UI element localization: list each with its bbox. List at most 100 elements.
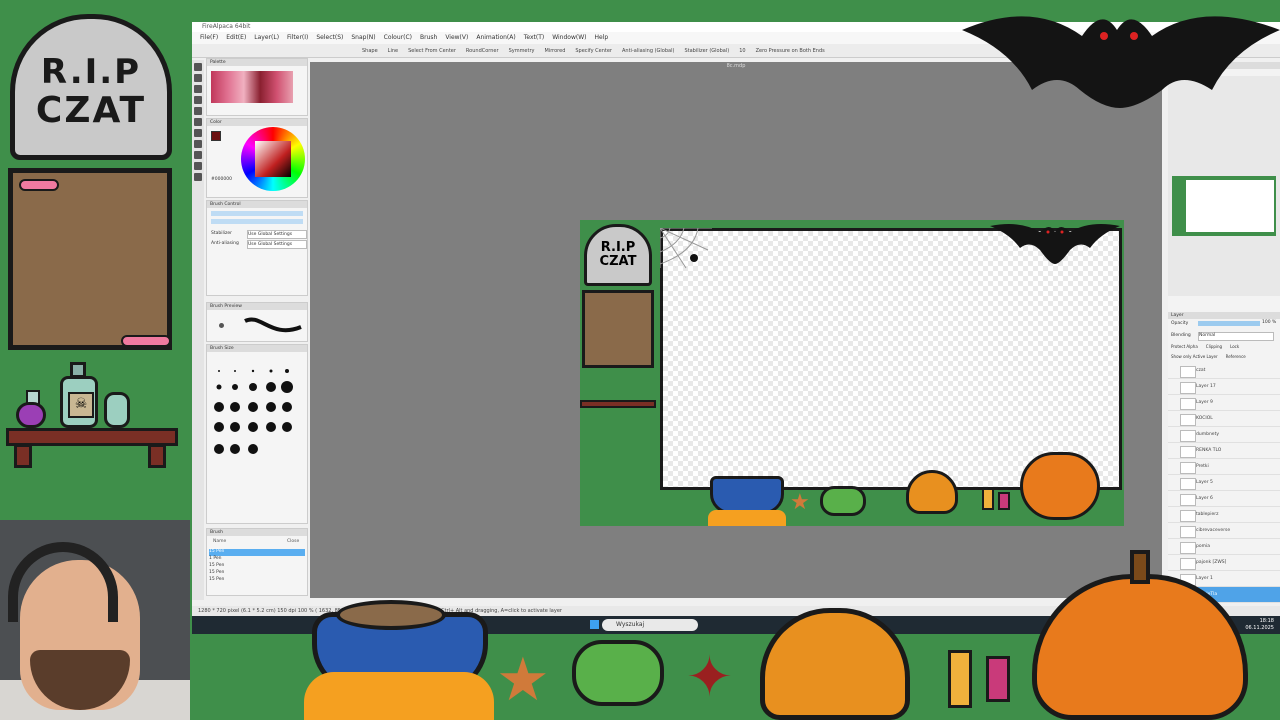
rip-tombstone: R.I.P CZAT xyxy=(10,14,172,160)
round-corner-checkbox[interactable]: RoundCorner xyxy=(466,44,499,57)
layer-row[interactable]: cibrevaceverse xyxy=(1168,523,1280,539)
brush-size-grid[interactable] xyxy=(211,359,303,479)
menu-edit[interactable]: Edit(E) xyxy=(226,32,246,44)
magic-wand-icon[interactable] xyxy=(194,140,202,148)
layer-row[interactable]: Layer 6 xyxy=(1168,491,1280,507)
lasso-tool-icon[interactable] xyxy=(194,129,202,137)
navigator-thumbnail[interactable] xyxy=(1172,176,1276,236)
zero-pressure-checkbox[interactable]: Zero Pressure on Both Ends xyxy=(756,44,825,57)
blending-dropdown[interactable]: Normal xyxy=(1198,332,1274,341)
fill-tool-icon[interactable] xyxy=(194,96,202,104)
chat-box-frame xyxy=(8,168,172,350)
layer-row[interactable]: KOCIOL xyxy=(1168,411,1280,427)
brush-list-item[interactable]: 15 Pen xyxy=(209,563,305,570)
leaf-decoration-icon: ✦ xyxy=(686,645,733,710)
menu-window[interactable]: Window(W) xyxy=(552,32,586,44)
palette-swatches[interactable] xyxy=(211,71,293,103)
star-decoration-icon: ★ xyxy=(496,645,550,715)
menu-select[interactable]: Select(S) xyxy=(316,32,343,44)
gradient-tool-icon[interactable] xyxy=(194,107,202,115)
antialiasing-dropdown[interactable]: Use Global Settings xyxy=(247,240,307,249)
worm-decoration xyxy=(121,335,171,347)
stabilizer-label: Stabilizer (Global) xyxy=(684,48,730,54)
tombstone-line-1: R.I.P xyxy=(40,52,142,92)
layer-row[interactable]: dumbnety xyxy=(1168,427,1280,443)
color-hex-value[interactable]: #000000 xyxy=(211,177,232,182)
specify-center-button[interactable]: Specify Center xyxy=(575,44,612,57)
menu-file[interactable]: File(F) xyxy=(200,32,218,44)
lock-checkbox[interactable]: Lock xyxy=(1230,344,1239,352)
menu-text[interactable]: Text(T) xyxy=(524,32,544,44)
pen-tool-icon[interactable] xyxy=(194,63,202,71)
layer-row[interactable]: Pretki xyxy=(1168,459,1280,475)
layer-row[interactable]: RENKA TLO xyxy=(1168,443,1280,459)
stabilizer-select[interactable]: 10 xyxy=(739,44,745,57)
text-tool-icon[interactable] xyxy=(194,162,202,170)
antialiasing-checkbox[interactable]: Anti-aliasing (Global) xyxy=(622,44,674,57)
brush-list-item[interactable]: 15 Pen xyxy=(209,570,305,577)
layer-row[interactable]: pajonk [ZWS] xyxy=(1168,555,1280,571)
fire-icon xyxy=(708,510,786,526)
layer-row[interactable]: Layer 5 xyxy=(1168,475,1280,491)
brush-list-close-button[interactable]: Close xyxy=(287,539,299,544)
brush-opacity-slider[interactable] xyxy=(211,219,303,224)
layer-row[interactable]: Layer 9 xyxy=(1168,395,1280,411)
windows-start-icon[interactable] xyxy=(590,620,599,629)
color-wheel[interactable] xyxy=(241,127,305,191)
brush-list-item[interactable]: 15 Pen xyxy=(209,577,305,584)
menu-animation[interactable]: Animation(A) xyxy=(476,32,515,44)
opacity-slider[interactable] xyxy=(1198,321,1260,326)
symmetry-checkbox[interactable]: Symmetry xyxy=(509,44,535,57)
taskbar-clock: 18:18 06.11.2025 xyxy=(1245,618,1274,632)
eyedropper-icon[interactable] xyxy=(194,151,202,159)
tool-strip xyxy=(192,60,204,600)
candle-icon xyxy=(998,492,1010,510)
clipping-checkbox[interactable]: Clipping xyxy=(1206,344,1222,352)
opacity-label: Opacity xyxy=(1171,321,1189,326)
candle-decoration-icon xyxy=(948,650,972,708)
menu-colour[interactable]: Colour(C) xyxy=(384,32,412,44)
menu-filter[interactable]: Filter(I) xyxy=(287,32,308,44)
layer-row[interactable]: tablepierz xyxy=(1168,507,1280,523)
document-canvas[interactable]: R.I.P CZAT ★ xyxy=(580,220,1124,526)
cauldron-icon xyxy=(710,476,784,514)
hand-tool-icon[interactable] xyxy=(194,173,202,181)
layer-row[interactable]: Layer 17 xyxy=(1168,379,1280,395)
layer-panel-header: Layer xyxy=(1168,312,1280,319)
symmetry-select[interactable]: Mirrored xyxy=(545,44,566,57)
layer-row[interactable]: czat xyxy=(1168,363,1280,379)
protect-alpha-checkbox[interactable]: Protect Alpha xyxy=(1171,344,1198,352)
menu-view[interactable]: View(V) xyxy=(445,32,468,44)
reference-checkbox[interactable]: Reference xyxy=(1226,354,1246,362)
color-panel: Color #000000 xyxy=(206,118,308,198)
move-tool-icon[interactable] xyxy=(194,85,202,93)
right-dock: Navigator Layer Opacity 100 % Blending N… xyxy=(1168,62,1280,603)
cauldron-brew xyxy=(336,600,446,630)
brush-list-item[interactable]: 15 Pen xyxy=(209,549,305,556)
opacity-value: 100 % xyxy=(1262,320,1277,325)
brush-stroke-preview xyxy=(244,317,302,333)
layer-row[interactable]: pomia xyxy=(1168,539,1280,555)
pumpkin-stem xyxy=(1130,550,1150,584)
taskbar-search-input[interactable]: Wyszukaj xyxy=(602,619,698,631)
show-only-active-layer-checkbox[interactable]: Show only Active Layer xyxy=(1171,354,1218,362)
shape-label: Shape xyxy=(362,48,378,54)
color-square[interactable] xyxy=(255,141,291,177)
shape-select[interactable]: Line xyxy=(388,44,398,57)
star-icon: ★ xyxy=(790,490,810,515)
palette-panel-header: Palette xyxy=(207,59,307,66)
menu-snap[interactable]: Snap(N) xyxy=(351,32,375,44)
menu-help[interactable]: Help xyxy=(594,32,608,44)
menu-brush[interactable]: Brush xyxy=(420,32,437,44)
select-from-center-checkbox[interactable]: Select From Center xyxy=(408,44,456,57)
eraser-tool-icon[interactable] xyxy=(194,74,202,82)
brush-size-slider[interactable] xyxy=(211,211,303,216)
canvas-viewport[interactable]: 8c.mdp R.I.P CZAT ★ xyxy=(310,62,1162,598)
primary-color-swatch[interactable] xyxy=(211,131,221,141)
brush-list-item[interactable]: 1 Pen xyxy=(209,556,305,563)
stabilizer-dropdown[interactable]: Use Global Settings xyxy=(247,230,307,239)
window-title: FireAlpaca 64bit xyxy=(202,23,251,30)
menu-layer[interactable]: Layer(L) xyxy=(254,32,279,44)
select-tool-icon[interactable] xyxy=(194,118,202,126)
brush-preview-header: Brush Preview xyxy=(207,303,307,310)
